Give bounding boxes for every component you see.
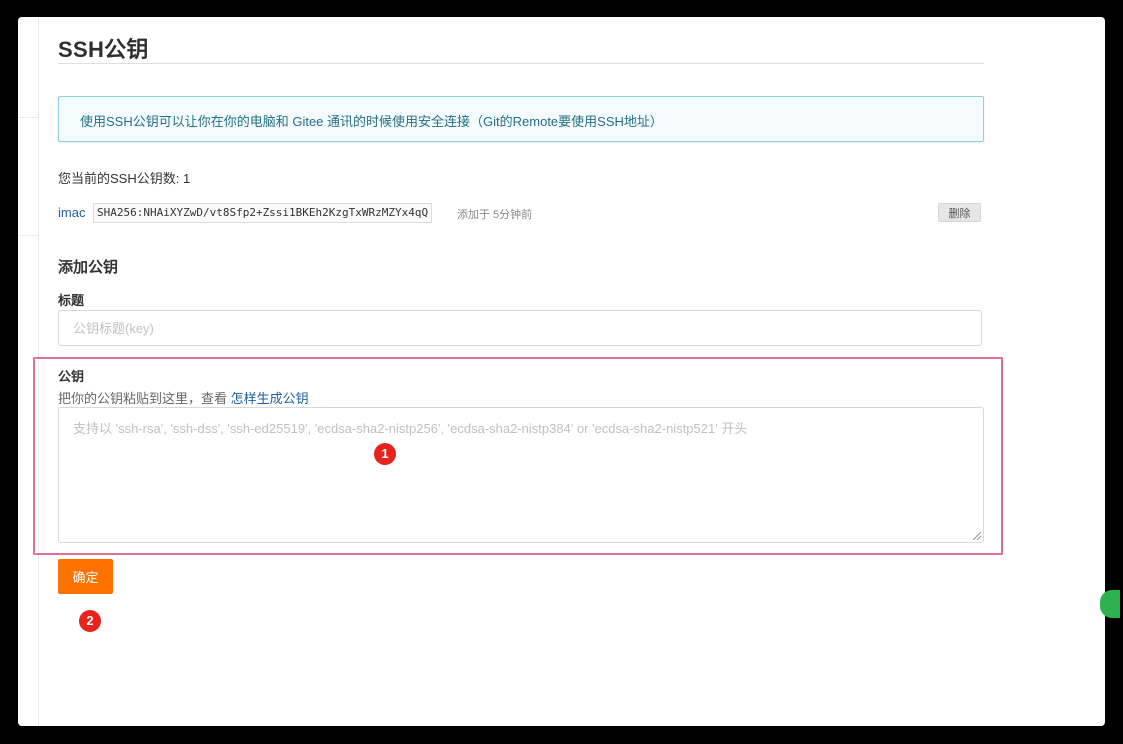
key-name: imac xyxy=(58,205,86,220)
submit-button[interactable]: 确定 xyxy=(58,559,113,594)
public-key-help: 把你的公钥粘贴到这里，查看 怎样生成公钥 xyxy=(58,388,309,407)
title-label: 标题 xyxy=(58,293,85,308)
info-banner: 使用SSH公钥可以让你在你的电脑和 Gitee 通讯的时候使用安全连接（Git的… xyxy=(58,96,984,142)
annotation-marker-2: 2 xyxy=(79,610,101,632)
add-key-heading: 添加公钥 xyxy=(58,259,119,276)
ssh-key-row: imac SHA256:NHAiXYZwD/vt8Sfp2+Zssi1BKEh2… xyxy=(58,203,984,223)
key-count-text: 您当前的SSH公钥数: 1 xyxy=(58,171,191,186)
info-banner-text: 使用SSH公钥可以让你在你的电脑和 Gitee 通讯的时候使用安全连接（Git的… xyxy=(80,114,663,129)
title-divider xyxy=(58,63,984,64)
delete-key-button[interactable]: 删除 xyxy=(938,203,981,222)
public-key-label: 公钥 xyxy=(58,369,85,384)
browser-window: SSH公钥 使用SSH公钥可以让你在你的电脑和 Gitee 通讯的时候使用安全连… xyxy=(18,17,1105,726)
sidebar-divider xyxy=(18,117,38,118)
page-title: SSH公钥 xyxy=(58,37,149,62)
annotation-marker-1: 1 xyxy=(374,443,396,465)
floating-chat-icon[interactable] xyxy=(1100,590,1120,618)
key-fingerprint: SHA256:NHAiXYZwD/vt8Sfp2+Zssi1BKEh2KzgTx… xyxy=(93,203,433,223)
sidebar-divider xyxy=(18,235,38,236)
how-to-generate-key-link[interactable]: 怎样生成公钥 xyxy=(231,391,309,406)
key-title-input[interactable] xyxy=(58,310,982,346)
public-key-help-text: 把你的公钥粘贴到这里，查看 xyxy=(58,391,231,406)
main-content: SSH公钥 使用SSH公钥可以让你在你的电脑和 Gitee 通讯的时候使用安全连… xyxy=(58,17,984,726)
textarea-resize-handle[interactable] xyxy=(973,532,981,540)
key-added-time: 添加于 5分钟前 xyxy=(457,209,533,221)
public-key-textarea[interactable] xyxy=(58,407,984,543)
left-sidebar-edge xyxy=(18,17,39,726)
